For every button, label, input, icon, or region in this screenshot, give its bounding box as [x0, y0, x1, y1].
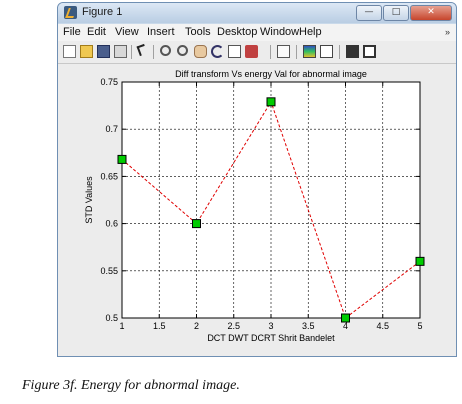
x-tick-label: 2: [194, 321, 199, 331]
x-tick-label: 3.5: [302, 321, 315, 331]
menu-file[interactable]: File: [63, 26, 81, 38]
legend-icon[interactable]: [320, 45, 333, 58]
link-plot-icon[interactable]: [277, 45, 290, 58]
x-tick-label: 1: [119, 321, 124, 331]
data-point-marker[interactable]: [415, 256, 425, 266]
x-axis-label: DCT DWT DCRT Shrit Bandelet: [207, 333, 335, 343]
pan-icon[interactable]: [194, 45, 207, 58]
menu-desktop[interactable]: Desktop: [217, 26, 257, 38]
window-title: Figure 1: [82, 6, 123, 18]
menu-overflow-icon[interactable]: »: [445, 27, 450, 37]
data-point-marker[interactable]: [266, 97, 276, 107]
menu-window[interactable]: Window: [260, 26, 299, 38]
x-tick-label: 4.5: [376, 321, 389, 331]
y-tick-label: 0.6: [105, 219, 118, 229]
menu-help[interactable]: Help: [299, 26, 322, 38]
colorbar-icon[interactable]: [303, 45, 316, 58]
hide-plot-tools-icon[interactable]: [346, 45, 359, 58]
data-cursor-icon[interactable]: [228, 45, 241, 58]
y-axis-label: STD Values: [84, 176, 94, 224]
toolbar: [58, 41, 456, 64]
x-tick-label: 5: [417, 321, 422, 331]
caption-label: Figure 3f.: [22, 378, 78, 393]
menu-insert[interactable]: Insert: [147, 26, 175, 38]
close-button[interactable]: ✕: [410, 5, 452, 21]
y-tick-label: 0.5: [105, 313, 118, 323]
menu-bar: File Edit View Insert Tools Desktop Wind…: [58, 24, 456, 42]
brush-icon[interactable]: [245, 45, 258, 58]
data-point-marker[interactable]: [341, 313, 350, 323]
zoom-in-icon[interactable]: [160, 45, 171, 56]
data-point-marker[interactable]: [192, 219, 201, 229]
window-controls: — □ ✕: [356, 5, 452, 21]
y-tick-label: 0.75: [100, 77, 118, 87]
toolbar-separator: [296, 45, 297, 59]
menu-edit[interactable]: Edit: [87, 26, 106, 38]
line-chart[interactable]: 1 1.5 2 2.5 3 3.5 4 4.5 50.50.550.60.650.70.75 D…: [58, 64, 456, 357]
zoom-out-icon[interactable]: [177, 45, 188, 56]
figure-canvas: 1 1.5 2 2.5 3 3.5 4 4.5 5 0.5 0.55 0.6 0.65 0.7 0.75 D…: [58, 64, 456, 357]
title-bar[interactable]: Figure 1 — □ ✕: [58, 3, 456, 23]
x-tick-label: 1.5: [153, 321, 166, 331]
open-file-icon[interactable]: [80, 45, 93, 58]
minimize-button[interactable]: —: [356, 5, 382, 21]
x-tick-label: 2.5: [227, 321, 240, 331]
figure-window: Figure 1 — □ ✕ File Edit View Insert Too…: [57, 2, 457, 357]
new-figure-icon[interactable]: [63, 45, 76, 58]
y-tick-label: 0.55: [100, 266, 118, 276]
print-icon[interactable]: [114, 45, 127, 58]
toolbar-separator: [131, 45, 132, 59]
y-tick-label: 0.7: [105, 124, 118, 134]
caption-text: Energy for abnormal image.: [80, 378, 240, 393]
toolbar-separator: [339, 45, 340, 59]
show-plot-tools-icon[interactable]: [363, 45, 376, 58]
toolbar-separator: [153, 45, 154, 59]
y-tick-label: 0.65: [100, 171, 118, 181]
menu-view[interactable]: View: [115, 26, 139, 38]
matlab-logo-icon: [64, 6, 77, 19]
figure-caption: Figure 3f. Energy for abnormal image.: [22, 378, 240, 394]
toolbar-separator: [270, 45, 271, 59]
rotate-3d-icon[interactable]: [211, 45, 224, 58]
edit-plot-arrow-icon[interactable]: [136, 43, 148, 57]
save-icon[interactable]: [97, 45, 110, 58]
data-point-marker[interactable]: [117, 154, 127, 164]
menu-tools[interactable]: Tools: [185, 26, 211, 38]
chart-title: Diff transform Vs energy Val for abnorma…: [175, 69, 367, 79]
x-tick-label: 3: [268, 321, 273, 331]
maximize-button[interactable]: □: [383, 5, 409, 21]
